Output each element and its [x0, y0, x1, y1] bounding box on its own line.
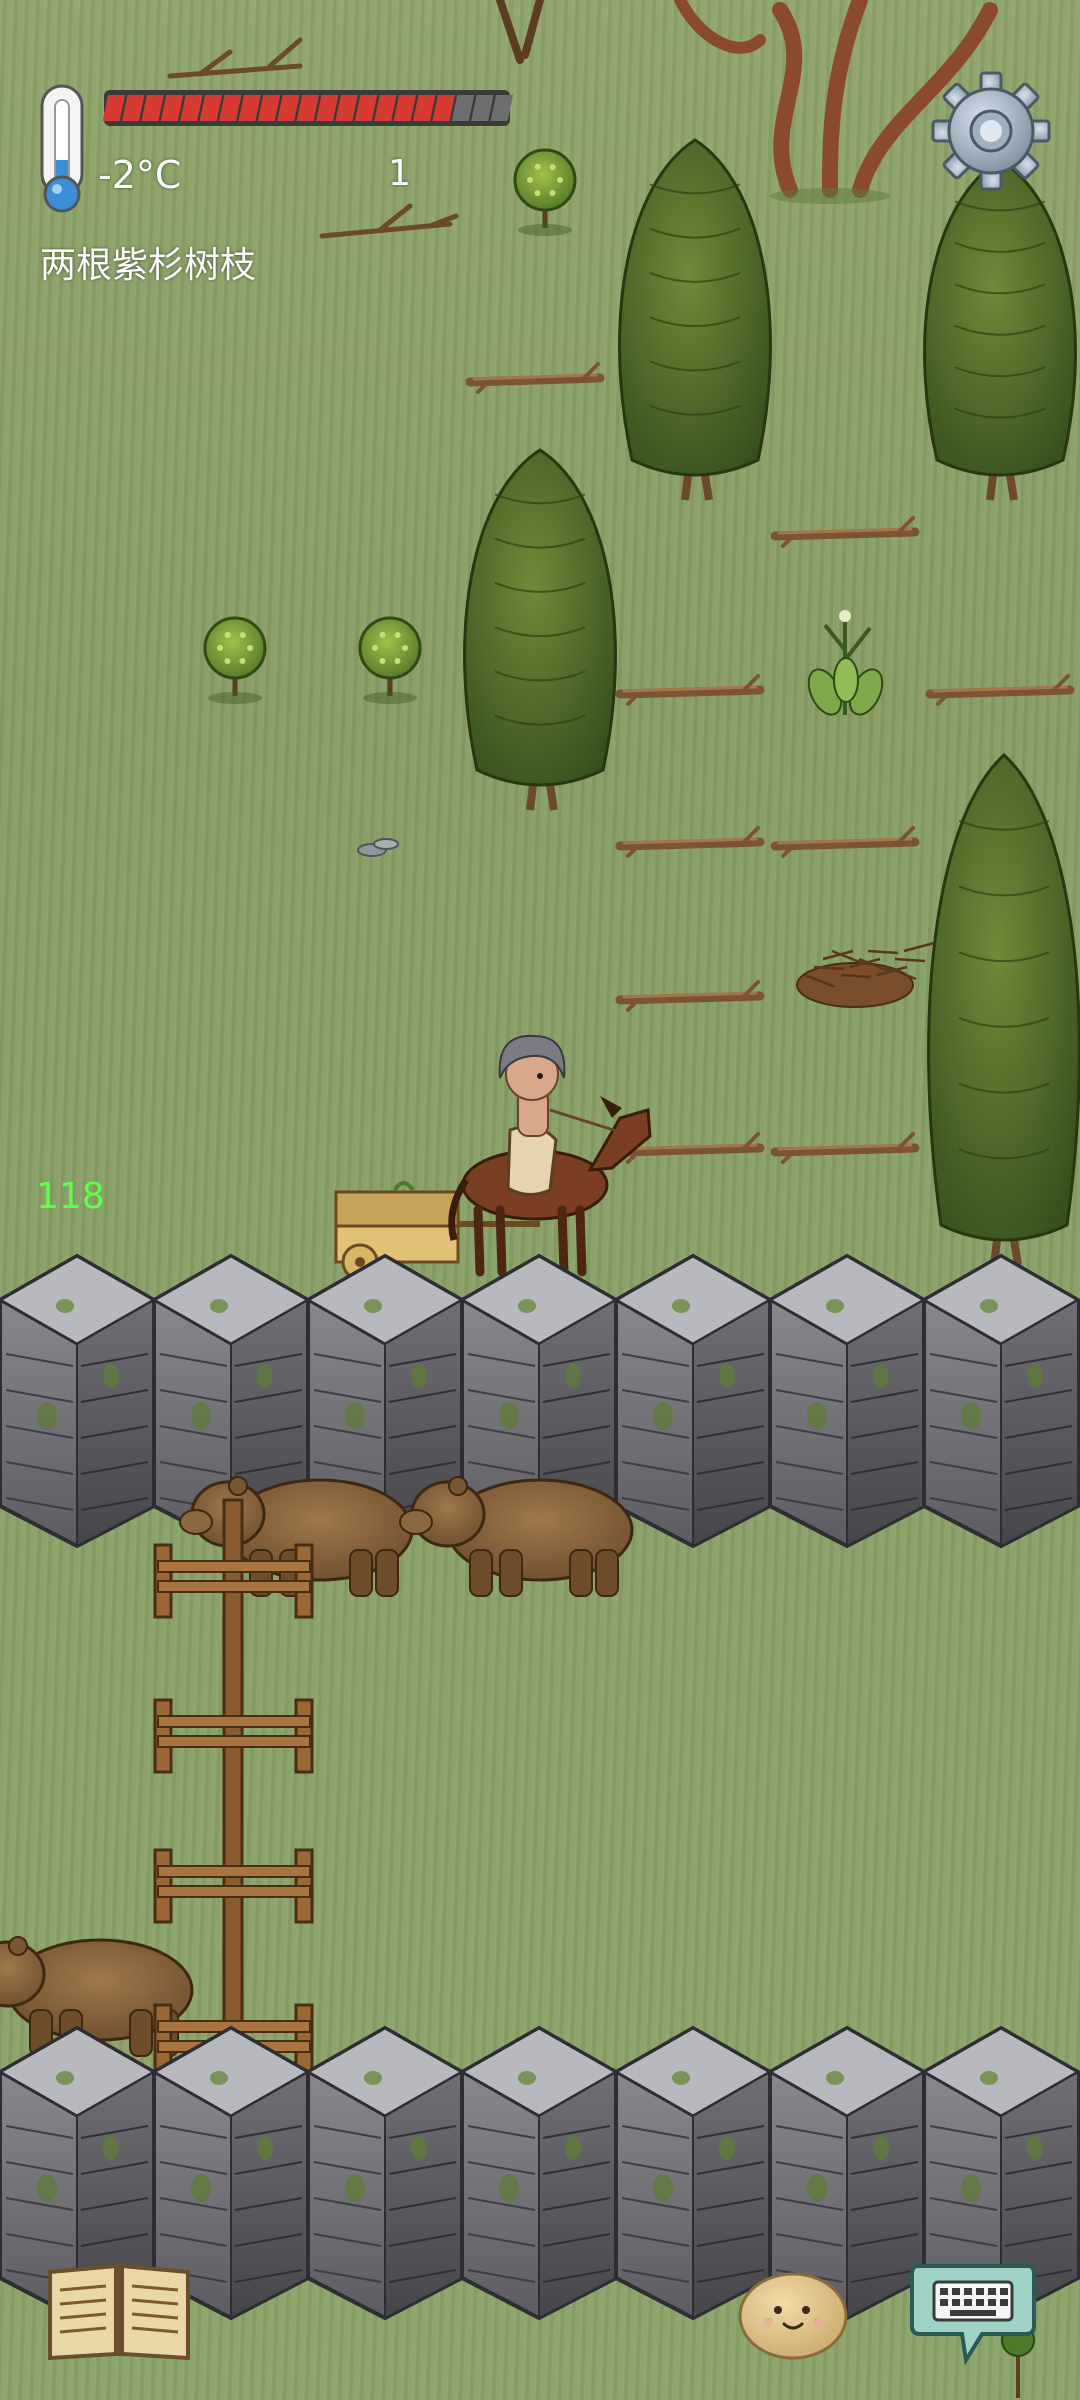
stone-wall[interactable] — [458, 2025, 620, 2321]
yew-tree[interactable] — [618, 138, 772, 501]
stone-wall[interactable] — [304, 2025, 466, 2321]
thermometer-icon — [40, 84, 84, 213]
gear-icon[interactable] — [930, 70, 1052, 192]
yew-branch[interactable] — [319, 203, 459, 239]
yew-branch[interactable] — [770, 516, 920, 548]
yew-branch[interactable] — [770, 1132, 920, 1164]
gooseberry-bush[interactable] — [358, 616, 422, 704]
milkweed-plant[interactable] — [802, 610, 889, 720]
yew-branch[interactable] — [615, 674, 765, 706]
yew-branch[interactable] — [465, 362, 605, 394]
fps-counter: 118 — [36, 1176, 105, 1217]
gooseberry-bush[interactable] — [513, 148, 577, 236]
game-viewport[interactable]: -2°C 1 两根紫杉树枝 118 — [0, 0, 1080, 2400]
kindling-pile[interactable] — [796, 941, 935, 1008]
gnarled-tree[interactable] — [496, 0, 544, 64]
yew-branch[interactable] — [770, 826, 920, 858]
yew-branch[interactable] — [615, 826, 765, 858]
yew-tree[interactable] — [463, 448, 617, 811]
grizzly-bear[interactable] — [399, 1476, 634, 1597]
potato-face-icon[interactable] — [736, 2266, 850, 2362]
stone-wall[interactable] — [612, 1253, 774, 1549]
yew-branch[interactable] — [615, 980, 765, 1012]
yew-tree[interactable] — [923, 158, 1077, 501]
held-item-count: 1 — [388, 153, 411, 194]
temperature-label: -2°C — [98, 153, 182, 197]
yew-branch[interactable] — [167, 37, 303, 79]
stone-wall[interactable] — [920, 1253, 1080, 1549]
gooseberry-bush[interactable] — [203, 616, 267, 704]
stone-wall[interactable] — [766, 1253, 928, 1549]
open-book-icon[interactable] — [44, 2258, 194, 2362]
yew-branch[interactable] — [925, 674, 1075, 706]
yew-tree[interactable] — [927, 752, 1080, 1266]
stone-wall[interactable] — [0, 1253, 158, 1549]
game-world[interactable] — [0, 0, 1080, 2400]
held-item-name: 两根紫杉树枝 — [40, 245, 257, 286]
food-meter — [102, 90, 514, 126]
flat-stones[interactable] — [357, 838, 399, 857]
keyboard-speech-bubble-icon[interactable] — [908, 2256, 1038, 2368]
